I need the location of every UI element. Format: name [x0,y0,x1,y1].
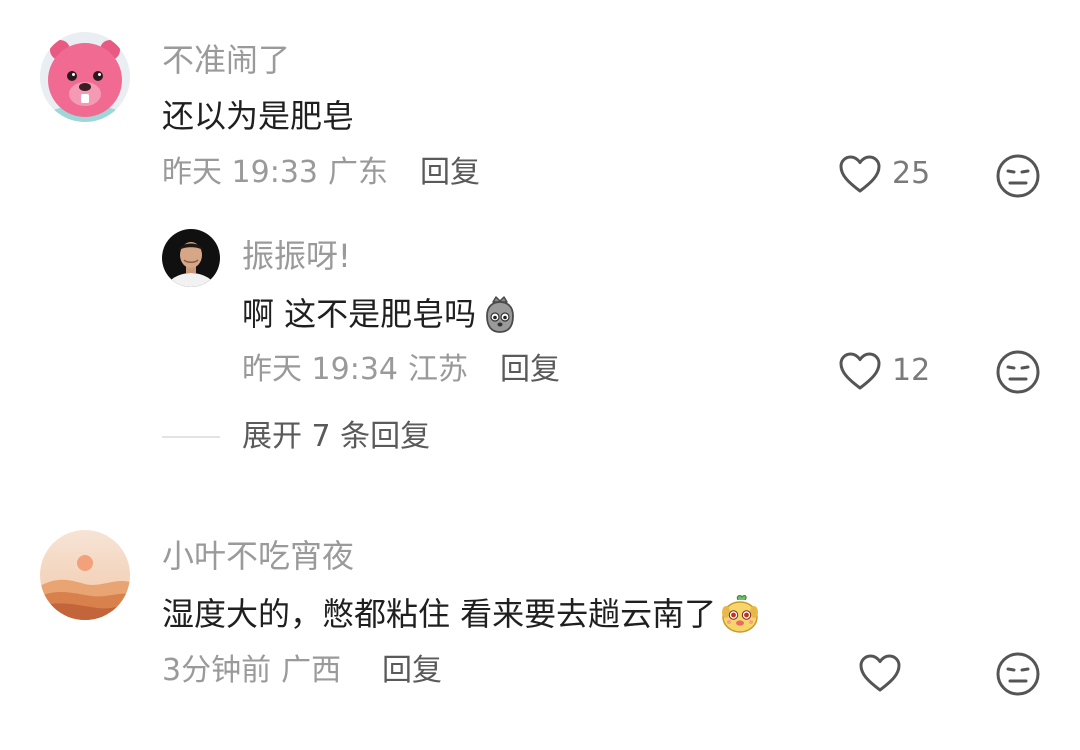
comment-time: 昨天 19:33 [162,155,318,190]
like-count: 12 [892,353,931,388]
comment-text-content: 湿度大的，憋都粘住 看来要去趟云南了 [162,595,717,633]
avatar[interactable] [40,32,130,122]
like-button[interactable]: 12 [838,351,930,391]
meh-face-icon [996,154,1040,198]
reply-button[interactable]: 回复 [500,355,560,385]
reply-text-content: 啊 这不是肥皂吗 [242,295,477,333]
username[interactable]: 振振呀! [242,240,351,272]
like-button[interactable]: 25 [838,154,930,194]
meh-face-icon [996,652,1040,696]
reply-location: 江苏 [408,352,468,387]
reply-time: 昨天 19:34 [242,352,398,387]
comment-location: 广东 [328,155,388,190]
person-avatar-icon [162,229,220,287]
reply-button[interactable]: 回复 [382,656,442,686]
dislike-button[interactable] [995,651,1041,697]
heart-icon [839,352,881,390]
comment-text: 还以为是肥皂 [162,97,355,135]
comment-meta: 昨天 19:33 广东 [162,158,388,188]
heart-icon [839,155,881,193]
dislike-button[interactable] [995,349,1041,395]
comment-location: 广西 [281,653,342,688]
expand-replies-button[interactable]: 展开 7 条回复 [242,422,430,452]
reply-text: 啊 这不是肥皂吗 [242,292,522,336]
meh-face-icon [996,350,1040,394]
like-count: 25 [892,156,931,191]
avatar[interactable] [162,229,220,287]
heart-icon [859,654,901,692]
comment-time: 3分钟前 [162,653,272,688]
like-button[interactable] [858,653,902,693]
comment-meta: 3分钟前 广西 [162,656,341,686]
expand-divider [162,436,220,438]
reply-meta: 昨天 19:34 江苏 [242,355,468,385]
sunset-avatar-icon [40,530,130,620]
dislike-button[interactable] [995,153,1041,199]
username[interactable]: 小叶不吃宵夜 [162,540,354,572]
comment-text: 湿度大的，憋都粘住 看来要去趟云南了 [162,592,762,636]
beaver-avatar-icon [40,32,130,122]
reply-button[interactable]: 回复 [420,158,480,188]
avatar[interactable] [40,530,130,620]
username[interactable]: 不准闹了 [162,44,290,76]
sack-face-emoji-icon [486,296,515,333]
cute-dog-emoji-icon [722,594,759,633]
